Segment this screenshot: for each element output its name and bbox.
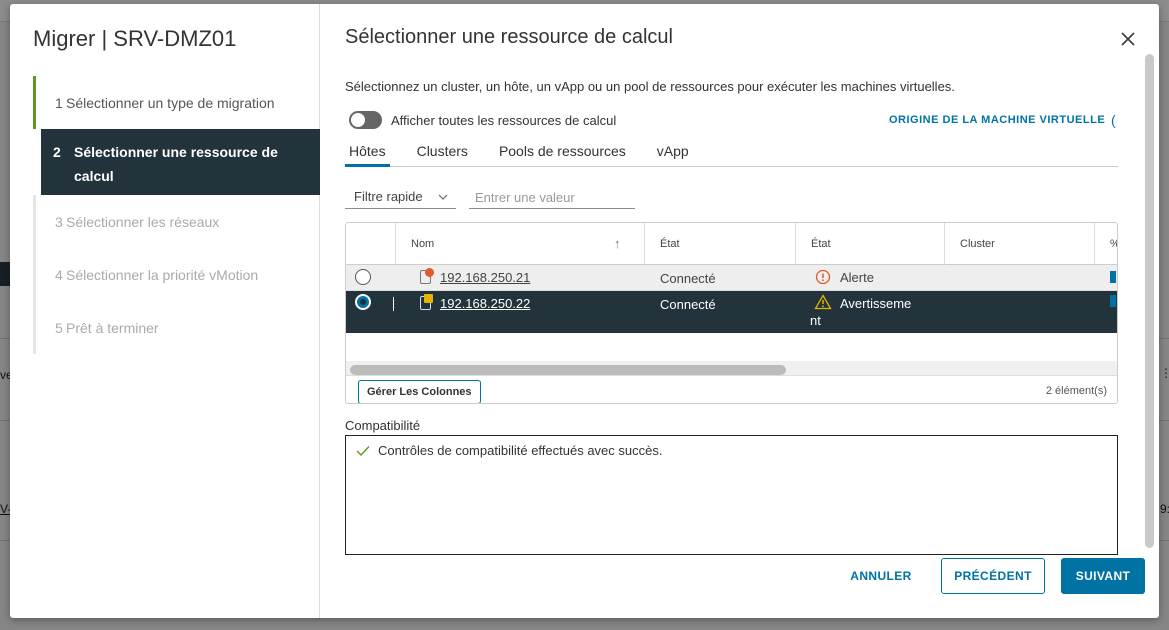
step-number: 2 bbox=[53, 144, 61, 160]
alert-badge-icon bbox=[425, 268, 434, 277]
compatibility-box: Contrôles de compatibilité effectués ave… bbox=[345, 435, 1118, 555]
vm-origin-link[interactable]: ORIGINE DE LA MACHINE VIRTUELLE bbox=[889, 114, 1105, 126]
manage-columns-button[interactable]: Gérer Les Colonnes bbox=[358, 380, 481, 403]
vm-origin-link-paren: ( bbox=[1111, 112, 1116, 128]
warning-badge-icon bbox=[424, 294, 433, 303]
quick-filter-value: Filtre rapide bbox=[354, 189, 423, 204]
column-header-label: Nom bbox=[411, 238, 435, 250]
step-number: 4 bbox=[55, 267, 63, 283]
step-label: Sélectionner une ressource de calcul bbox=[74, 144, 278, 184]
chevron-down-icon bbox=[438, 187, 448, 214]
usage-bar bbox=[1110, 295, 1116, 307]
wizard-sidebar: Migrer | SRV-DMZ01 1 Sélectionner un typ… bbox=[10, 4, 320, 618]
column-header-name[interactable]: Nom ↑ bbox=[395, 223, 644, 265]
filter-value-input[interactable] bbox=[469, 187, 635, 209]
wizard-content: Sélectionner une ressource de calcul Sél… bbox=[321, 4, 1159, 618]
compatibility-label: Compatibilité bbox=[345, 418, 421, 433]
migrate-wizard-dialog: Migrer | SRV-DMZ01 1 Sélectionner un typ… bbox=[10, 4, 1159, 618]
wizard-step-1[interactable]: 1 Sélectionner un type de migration bbox=[33, 76, 320, 129]
next-button[interactable]: SUIVANT bbox=[1061, 558, 1145, 594]
host-name-link[interactable]: 192.168.250.22 bbox=[440, 296, 530, 311]
vertical-scroll-thumb[interactable] bbox=[1145, 54, 1154, 548]
horizontal-scroll-thumb[interactable] bbox=[350, 365, 786, 375]
host-state: Connecté bbox=[660, 271, 716, 286]
grid-footer: Gérer Les Colonnes 2 élément(s) bbox=[346, 375, 1117, 403]
step-label: Sélectionner les réseaux bbox=[66, 214, 220, 230]
column-header-percent[interactable]: % bbox=[1094, 223, 1117, 265]
wizard-step-3: 3 Sélectionner les réseaux bbox=[36, 195, 320, 248]
show-all-resources-toggle[interactable] bbox=[349, 111, 382, 129]
tab-vapp[interactable]: vApp bbox=[653, 141, 693, 167]
toggle-label: Afficher toutes les ressources de calcul bbox=[391, 112, 617, 128]
row-radio[interactable] bbox=[355, 269, 371, 285]
cancel-button[interactable]: ANNULER bbox=[841, 558, 921, 594]
previous-button[interactable]: PRÉCÉDENT bbox=[941, 558, 1045, 594]
host-status-wrap: nt bbox=[810, 313, 821, 328]
grid-header: Nom ↑ État État Cluster % bbox=[346, 223, 1117, 265]
quick-filter-select[interactable]: Filtre rapide bbox=[345, 187, 456, 209]
host-name-link[interactable]: 192.168.250.21 bbox=[440, 270, 530, 285]
wizard-title: Migrer | SRV-DMZ01 bbox=[33, 26, 237, 51]
step-label: Prêt à terminer bbox=[66, 320, 159, 336]
vertical-scrollbar[interactable] bbox=[1143, 54, 1155, 554]
wizard-step-4: 4 Sélectionner la priorité vMotion bbox=[36, 248, 320, 301]
table-row-selected[interactable]: 192.168.250.22 Connecté Avertisseme nt bbox=[346, 291, 1117, 333]
wizard-steps: 1 Sélectionner un type de migration 2 Sé… bbox=[33, 76, 320, 354]
sort-ascending-icon[interactable]: ↑ bbox=[614, 223, 621, 265]
host-status: Avertisseme bbox=[840, 296, 912, 311]
usage-bar bbox=[1110, 271, 1116, 283]
column-header-state[interactable]: État bbox=[644, 223, 795, 265]
step-label: Sélectionner la priorité vMotion bbox=[66, 267, 259, 283]
table-row[interactable]: 192.168.250.21 Connecté Alerte bbox=[346, 265, 1117, 291]
row-radio-selected[interactable] bbox=[355, 294, 371, 310]
resource-tabs: Hôtes Clusters Pools de ressources vApp bbox=[345, 141, 1118, 167]
compatibility-message: Contrôles de compatibilité effectués ave… bbox=[378, 443, 663, 458]
step-number: 3 bbox=[55, 214, 63, 230]
row-divider bbox=[393, 297, 394, 311]
wizard-step-5: 5 Prêt à terminer bbox=[36, 301, 320, 354]
step-number: 1 bbox=[55, 95, 63, 111]
host-status: Alerte bbox=[840, 270, 874, 285]
warning-icon bbox=[814, 294, 832, 313]
filter-bar: Filtre rapide bbox=[345, 187, 635, 209]
hosts-grid: Nom ↑ État État Cluster % 192.168.250.21… bbox=[345, 222, 1118, 404]
tab-hosts[interactable]: Hôtes bbox=[345, 141, 390, 167]
tab-resource-pools[interactable]: Pools de ressources bbox=[495, 141, 630, 167]
page-title: Sélectionner une ressource de calcul bbox=[345, 26, 673, 48]
wizard-step-2[interactable]: 2 Sélectionner une ressource de calcul bbox=[41, 129, 320, 195]
item-count: 2 élément(s) bbox=[1045, 385, 1107, 397]
tab-clusters[interactable]: Clusters bbox=[413, 141, 472, 167]
close-icon[interactable] bbox=[1117, 30, 1139, 52]
page-description: Sélectionnez un cluster, un hôte, un vAp… bbox=[345, 79, 955, 94]
step-number: 5 bbox=[55, 320, 63, 336]
column-header-status[interactable]: État bbox=[795, 223, 944, 265]
column-header-cluster[interactable]: Cluster bbox=[944, 223, 1094, 265]
show-all-resources-toggle-row: Afficher toutes les ressources de calcul bbox=[349, 111, 616, 129]
host-state: Connecté bbox=[660, 297, 716, 312]
step-label: Sélectionner un type de migration bbox=[66, 95, 275, 111]
check-icon bbox=[356, 444, 370, 462]
alert-icon bbox=[815, 269, 831, 288]
